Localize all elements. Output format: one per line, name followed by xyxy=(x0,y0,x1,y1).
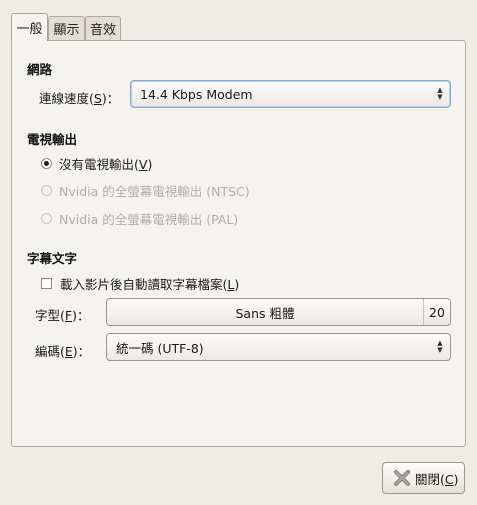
general-tab-panel: 網路 連線速度(S)： 14.4 Kbps Modem ▲ ▼ 電視輸出 沒有電視… xyxy=(11,40,466,447)
autoload-subtitles-label: 載入影片後自動讀取字幕檔案(L) xyxy=(60,277,240,292)
close-button[interactable]: 關閉(C) xyxy=(382,462,465,494)
tab-display[interactable]: 顯示 xyxy=(48,16,85,40)
subtitles-section-title: 字幕文字 xyxy=(27,251,78,266)
connection-speed-combo[interactable]: 14.4 Kbps Modem ▲ ▼ xyxy=(130,80,451,108)
radio-no-tvout[interactable]: 沒有電視輸出(V) xyxy=(41,154,152,173)
radio-tvout-pal-label: Nvidia 的全螢幕電視輸出 (PAL) xyxy=(59,212,239,227)
combo-arrows-icon: ▲ ▼ xyxy=(437,339,443,354)
tab-display-label: 顯示 xyxy=(53,23,80,38)
radio-tvout-ntsc-label: Nvidia 的全螢幕電視輸出 (NTSC) xyxy=(59,184,250,199)
encoding-combo[interactable]: 統一碼 (UTF-8) ▲ ▼ xyxy=(106,333,451,361)
connection-speed-label: 連線速度(S)： xyxy=(39,91,120,106)
radio-selected-icon xyxy=(41,158,52,169)
tab-general[interactable]: 一般 xyxy=(11,13,48,41)
encoding-value: 統一碼 (UTF-8) xyxy=(116,340,204,356)
network-section-title: 網路 xyxy=(27,62,53,77)
checkbox-icon xyxy=(41,278,52,289)
radio-no-tvout-label: 沒有電視輸出(V) xyxy=(59,157,153,172)
tab-audio[interactable]: 音效 xyxy=(85,16,121,40)
radio-unselected-icon xyxy=(41,213,52,224)
autoload-subtitles-checkbox[interactable]: 載入影片後自動讀取字幕檔案(L) xyxy=(41,274,239,293)
font-label: 字型(F)： xyxy=(35,308,90,323)
radio-tvout-pal[interactable]: Nvidia 的全螢幕電視輸出 (PAL) xyxy=(41,209,238,228)
radio-tvout-ntsc[interactable]: Nvidia 的全螢幕電視輸出 (NTSC) xyxy=(41,181,250,200)
close-button-label: 關閉(C) xyxy=(415,471,459,487)
tab-audio-label: 音效 xyxy=(89,23,116,38)
font-size: 20 xyxy=(429,304,445,320)
tab-general-label: 一般 xyxy=(16,22,43,37)
tvout-section-title: 電視輸出 xyxy=(27,132,78,147)
encoding-label: 編碼(E)： xyxy=(35,344,91,359)
radio-unselected-icon xyxy=(41,185,52,196)
font-name: Sans 粗體 xyxy=(235,305,295,321)
font-picker-button[interactable]: Sans 粗體 20 xyxy=(106,298,451,326)
connection-speed-value: 14.4 Kbps Modem xyxy=(140,86,253,102)
combo-arrows-icon: ▲ ▼ xyxy=(437,86,443,101)
close-x-icon xyxy=(394,470,410,486)
